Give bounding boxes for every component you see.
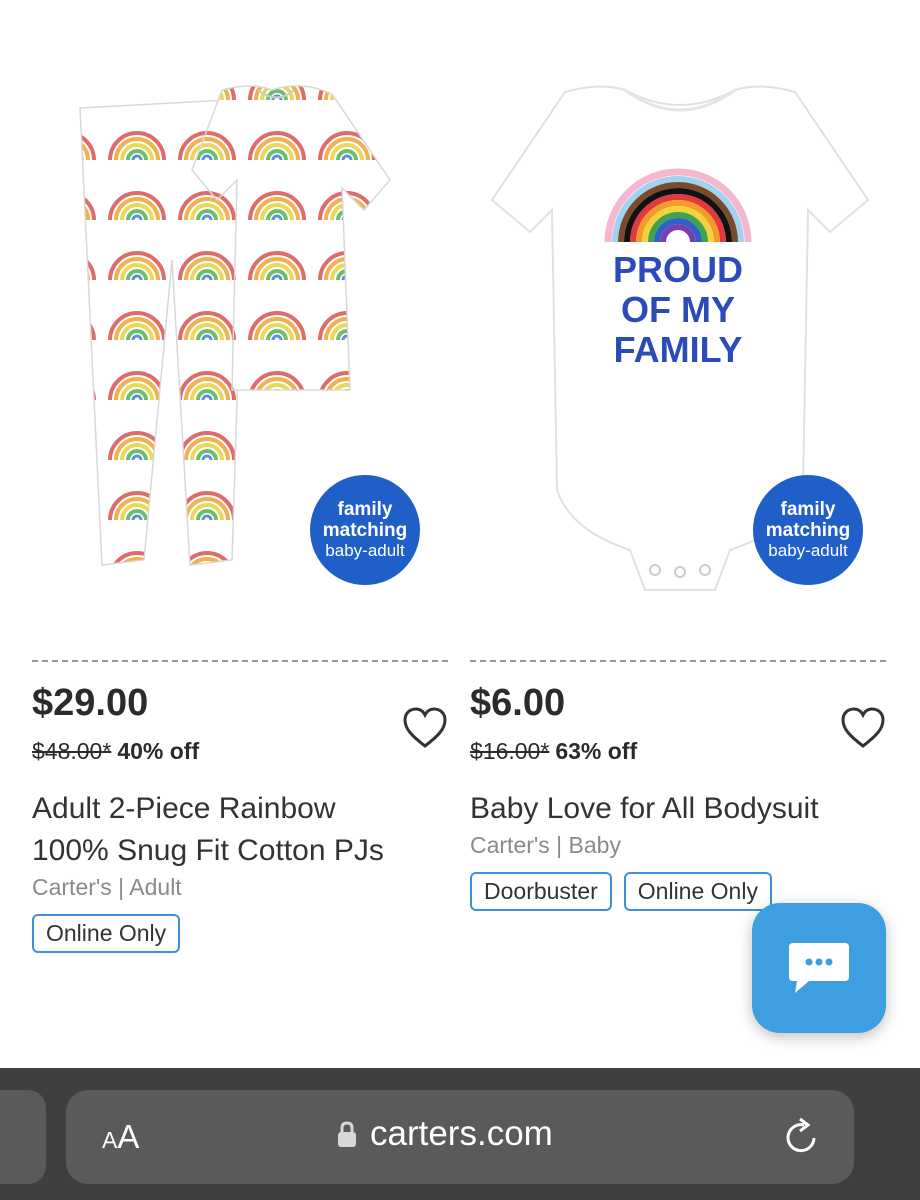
price-comparison: $16.00* 63% off — [470, 738, 637, 765]
lock-icon — [338, 1121, 356, 1147]
product-brand: Carter's | Baby — [470, 832, 621, 858]
product-card-pajamas[interactable]: family matching baby-adult $29.00 $48.00… — [32, 0, 452, 1060]
original-price: $16.00 — [470, 738, 541, 764]
badge-line-1: family — [780, 498, 836, 520]
aa-large-letter: A — [117, 1118, 140, 1155]
url-text: carters.com — [370, 1114, 553, 1153]
product-image-pajamas[interactable]: family matching baby-adult — [32, 60, 452, 620]
price-asterisk: * — [102, 738, 112, 764]
badge-line-2: matching — [322, 519, 408, 541]
shirt-text-line-3: FAMILY — [614, 329, 743, 370]
badge-line-2: matching — [765, 519, 851, 541]
badge-line-1: family — [337, 498, 393, 520]
product-title[interactable]: Adult 2-Piece Rainbow 100% Snug Fit Cott… — [32, 788, 452, 872]
product-title[interactable]: Baby Love for All Bodysuit — [470, 788, 890, 830]
sale-price: $6.00 — [470, 682, 566, 724]
discount-label: 63% off — [555, 738, 638, 764]
product-tags: Doorbuster Online Only — [470, 872, 772, 911]
browser-toolbar: AA carters.com — [0, 1068, 920, 1200]
price-comparison: $48.00* 40% off — [32, 738, 199, 765]
family-matching-badge: family matching baby-adult — [310, 475, 420, 585]
divider — [32, 660, 448, 662]
previous-tab-preview[interactable] — [0, 1090, 46, 1184]
badge-line-3: baby-adult — [325, 540, 405, 560]
address-bar[interactable]: AA carters.com — [66, 1090, 854, 1184]
reload-icon[interactable] — [782, 1116, 822, 1158]
product-title-line-1: Baby Love for All Bodysuit — [470, 792, 819, 825]
aa-small-letter: A — [102, 1127, 118, 1153]
url-display[interactable]: carters.com — [336, 1114, 553, 1154]
badge-line-3: baby-adult — [768, 540, 848, 560]
heart-icon[interactable] — [402, 706, 448, 750]
divider — [470, 660, 886, 662]
product-card-bodysuit[interactable]: PROUD OF MY FAMILY family matching baby-… — [470, 0, 890, 1060]
tag-online-only: Online Only — [32, 914, 181, 953]
product-brand: Carter's | Adult — [32, 874, 182, 900]
product-tags: Online Only — [32, 914, 181, 953]
chat-button[interactable] — [752, 903, 886, 1033]
product-title-line-2: 100% Snug Fit Cotton PJs — [32, 834, 384, 867]
sale-price: $29.00 — [32, 682, 149, 724]
chat-icon — [789, 943, 849, 993]
price-asterisk: * — [540, 738, 550, 764]
product-title-line-1: Adult 2-Piece Rainbow — [32, 792, 336, 825]
heart-icon[interactable] — [840, 706, 886, 750]
family-matching-badge: family matching baby-adult — [753, 475, 863, 585]
shirt-text-line-2: OF MY — [621, 289, 735, 330]
reader-settings-button[interactable]: AA — [102, 1118, 139, 1156]
tag-online-only: Online Only — [623, 872, 772, 911]
tag-doorbuster: Doorbuster — [470, 872, 612, 911]
discount-label: 40% off — [117, 738, 200, 764]
product-image-bodysuit[interactable]: PROUD OF MY FAMILY family matching baby-… — [470, 60, 890, 620]
original-price: $48.00 — [32, 738, 103, 764]
shirt-text-line-1: PROUD — [613, 249, 743, 290]
